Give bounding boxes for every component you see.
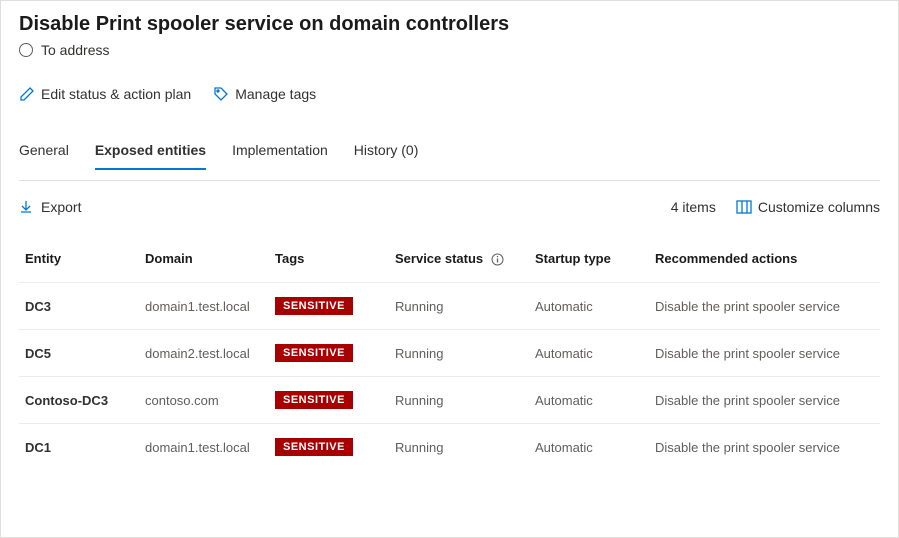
edit-icon [19, 86, 35, 102]
table-row[interactable]: Contoso-DC3 contoso.com SENSITIVE Runnin… [19, 377, 880, 424]
columns-icon [736, 200, 752, 214]
cell-recommended: Disable the print spooler service [649, 424, 880, 471]
edit-status-action[interactable]: Edit status & action plan [19, 86, 191, 102]
tag-icon [213, 86, 229, 102]
tag-badge: SENSITIVE [275, 344, 353, 362]
customize-columns-button[interactable]: Customize columns [736, 199, 880, 215]
tag-badge: SENSITIVE [275, 297, 353, 315]
status-circle-icon [19, 43, 33, 57]
cell-tags: SENSITIVE [269, 283, 389, 330]
tag-badge: SENSITIVE [275, 438, 353, 456]
items-count: 4 items [671, 199, 716, 215]
col-service-status-label: Service status [395, 251, 483, 266]
cell-entity: DC3 [19, 283, 139, 330]
table-row[interactable]: DC1 domain1.test.local SENSITIVE Running… [19, 424, 880, 471]
col-entity[interactable]: Entity [19, 243, 139, 283]
divider [19, 180, 880, 181]
cell-entity: Contoso-DC3 [19, 377, 139, 424]
entities-table: Entity Domain Tags Service status Startu… [19, 243, 880, 470]
actions-row: Edit status & action plan Manage tags [19, 86, 880, 102]
download-icon [19, 200, 33, 214]
cell-startup-type: Automatic [529, 377, 649, 424]
cell-entity: DC5 [19, 330, 139, 377]
cell-recommended: Disable the print spooler service [649, 377, 880, 424]
status-row: To address [19, 42, 880, 58]
cell-service-status: Running [389, 424, 529, 471]
cell-tags: SENSITIVE [269, 424, 389, 471]
tab-general[interactable]: General [19, 136, 69, 170]
cell-tags: SENSITIVE [269, 330, 389, 377]
cell-startup-type: Automatic [529, 424, 649, 471]
cell-domain: domain2.test.local [139, 330, 269, 377]
col-tags[interactable]: Tags [269, 243, 389, 283]
cell-domain: domain1.test.local [139, 424, 269, 471]
table-header-row: Entity Domain Tags Service status Startu… [19, 243, 880, 283]
manage-tags-label: Manage tags [235, 86, 316, 102]
customize-columns-label: Customize columns [758, 199, 880, 215]
tab-exposed-entities[interactable]: Exposed entities [95, 136, 206, 170]
table-row[interactable]: DC5 domain2.test.local SENSITIVE Running… [19, 330, 880, 377]
info-icon[interactable] [491, 253, 504, 266]
tabs: General Exposed entities Implementation … [19, 136, 880, 170]
tab-implementation[interactable]: Implementation [232, 136, 328, 170]
manage-tags-action[interactable]: Manage tags [213, 86, 316, 102]
cell-service-status: Running [389, 377, 529, 424]
cell-service-status: Running [389, 283, 529, 330]
cell-startup-type: Automatic [529, 330, 649, 377]
status-label: To address [41, 42, 109, 58]
export-button[interactable]: Export [19, 199, 81, 215]
col-domain[interactable]: Domain [139, 243, 269, 283]
col-service-status[interactable]: Service status [389, 243, 529, 283]
table-row[interactable]: DC3 domain1.test.local SENSITIVE Running… [19, 283, 880, 330]
cell-recommended: Disable the print spooler service [649, 330, 880, 377]
toolbar: Export 4 items Customize columns [19, 199, 880, 215]
cell-recommended: Disable the print spooler service [649, 283, 880, 330]
tab-history[interactable]: History (0) [354, 136, 419, 170]
cell-domain: contoso.com [139, 377, 269, 424]
cell-startup-type: Automatic [529, 283, 649, 330]
page-title: Disable Print spooler service on domain … [19, 13, 880, 36]
col-recommended-actions[interactable]: Recommended actions [649, 243, 880, 283]
tag-badge: SENSITIVE [275, 391, 353, 409]
edit-status-label: Edit status & action plan [41, 86, 191, 102]
cell-domain: domain1.test.local [139, 283, 269, 330]
cell-service-status: Running [389, 330, 529, 377]
export-label: Export [41, 199, 81, 215]
security-recommendation-panel: Disable Print spooler service on domain … [0, 0, 899, 538]
cell-entity: DC1 [19, 424, 139, 471]
col-startup-type[interactable]: Startup type [529, 243, 649, 283]
cell-tags: SENSITIVE [269, 377, 389, 424]
